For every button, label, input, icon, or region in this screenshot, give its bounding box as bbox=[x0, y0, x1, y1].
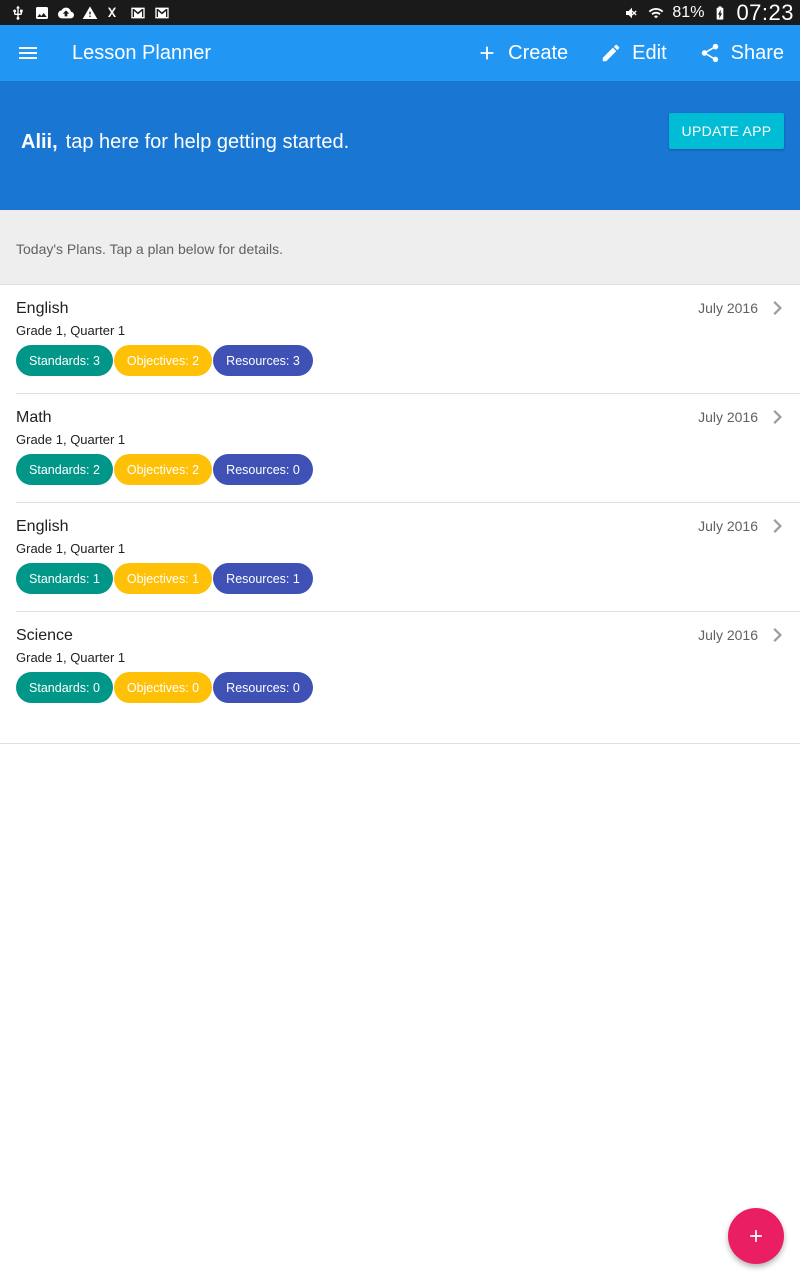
create-button[interactable]: Create bbox=[460, 25, 584, 81]
help-banner-text[interactable]: Alii, tap here for help getting started. bbox=[21, 131, 349, 154]
gmail-icon bbox=[130, 5, 146, 21]
list-item[interactable]: Math Grade 1, Quarter 1 July 2016 Standa… bbox=[16, 394, 800, 503]
plan-chips: Standards: 1 Objectives: 1 Resources: 1 bbox=[16, 563, 313, 594]
share-label: Share bbox=[730, 41, 784, 64]
help-message: tap here for help getting started. bbox=[65, 131, 350, 153]
plus-icon bbox=[750, 1230, 762, 1242]
chevron-right-icon bbox=[772, 299, 786, 317]
list-item[interactable]: Science Grade 1, Quarter 1 July 2016 Sta… bbox=[16, 612, 800, 720]
add-plan-fab[interactable] bbox=[728, 1208, 784, 1264]
plus-icon bbox=[480, 46, 494, 60]
todays-plans-header: Today's Plans. Tap a plan below for deta… bbox=[0, 210, 800, 285]
standards-chip: Standards: 1 bbox=[16, 563, 113, 594]
plan-chips: Standards: 2 Objectives: 2 Resources: 0 bbox=[16, 454, 313, 485]
standards-chip: Standards: 2 bbox=[16, 454, 113, 485]
plan-chips: Standards: 3 Objectives: 2 Resources: 3 bbox=[16, 345, 313, 376]
share-button[interactable]: Share bbox=[683, 25, 784, 81]
plan-grade: Grade 1, Quarter 1 bbox=[16, 323, 126, 338]
clock: 07:23 bbox=[736, 0, 794, 25]
section-header-text: Today's Plans. Tap a plan below for deta… bbox=[16, 241, 284, 257]
plan-date: July 2016 bbox=[698, 300, 758, 316]
plan-grade: Grade 1, Quarter 1 bbox=[16, 650, 126, 665]
create-label: Create bbox=[508, 41, 569, 64]
share-icon bbox=[701, 43, 718, 63]
cloud-upload-icon bbox=[58, 5, 74, 21]
plan-subject: English bbox=[16, 518, 69, 535]
resources-chip: Resources: 3 bbox=[213, 345, 313, 376]
help-banner[interactable]: Alii, tap here for help getting started.… bbox=[0, 81, 800, 210]
menu-icon bbox=[19, 47, 37, 59]
menu-button[interactable] bbox=[0, 25, 56, 81]
app-bar-actions: Create Edit Share bbox=[460, 25, 800, 81]
update-app-button[interactable]: UPDATE APP bbox=[669, 113, 784, 149]
data-off-icon bbox=[106, 5, 122, 21]
plan-date: July 2016 bbox=[698, 518, 758, 534]
standards-chip: Standards: 3 bbox=[16, 345, 113, 376]
objectives-chip: Objectives: 2 bbox=[114, 345, 212, 376]
plan-date: July 2016 bbox=[698, 409, 758, 425]
objectives-chip: Objectives: 1 bbox=[114, 563, 212, 594]
status-bar-notifications bbox=[10, 5, 170, 21]
list-item[interactable]: English Grade 1, Quarter 1 July 2016 Sta… bbox=[16, 503, 800, 612]
chevron-right-icon bbox=[772, 626, 786, 644]
app-title: Lesson Planner bbox=[72, 41, 211, 64]
usb-icon bbox=[10, 5, 26, 21]
list-item[interactable]: English Grade 1, Quarter 1 July 2016 Sta… bbox=[16, 285, 800, 394]
plan-date: July 2016 bbox=[698, 627, 758, 643]
edit-button[interactable]: Edit bbox=[584, 25, 682, 81]
pencil-icon bbox=[602, 44, 620, 62]
user-name: Alii, bbox=[21, 131, 58, 153]
plan-chips: Standards: 0 Objectives: 0 Resources: 0 bbox=[16, 672, 313, 703]
chevron-right-icon bbox=[772, 517, 786, 535]
resources-chip: Resources: 1 bbox=[213, 563, 313, 594]
wifi-icon bbox=[648, 5, 664, 21]
objectives-chip: Objectives: 0 bbox=[114, 672, 212, 703]
plan-subject: Science bbox=[16, 627, 73, 644]
resources-chip: Resources: 0 bbox=[213, 454, 313, 485]
status-bar: 81% 07:23 bbox=[0, 0, 800, 25]
app-bar: Lesson Planner Create Edit Share bbox=[0, 25, 800, 81]
battery-level: 81% bbox=[672, 3, 705, 21]
resources-chip: Resources: 0 bbox=[213, 672, 313, 703]
status-bar-system: 81% 07:23 bbox=[624, 0, 794, 26]
list-end-divider bbox=[0, 743, 800, 744]
plan-grade: Grade 1, Quarter 1 bbox=[16, 432, 126, 447]
plan-list: English Grade 1, Quarter 1 July 2016 Sta… bbox=[0, 285, 800, 720]
edit-label: Edit bbox=[632, 41, 667, 64]
plan-grade: Grade 1, Quarter 1 bbox=[16, 541, 126, 556]
plan-subject: Math bbox=[16, 409, 52, 426]
image-icon bbox=[34, 5, 50, 21]
warning-icon bbox=[82, 5, 98, 21]
gmail-icon bbox=[154, 5, 170, 21]
standards-chip: Standards: 0 bbox=[16, 672, 113, 703]
mute-icon bbox=[624, 5, 640, 21]
plan-subject: English bbox=[16, 300, 69, 317]
chevron-right-icon bbox=[772, 408, 786, 426]
battery-charging-icon bbox=[712, 5, 728, 21]
objectives-chip: Objectives: 2 bbox=[114, 454, 212, 485]
